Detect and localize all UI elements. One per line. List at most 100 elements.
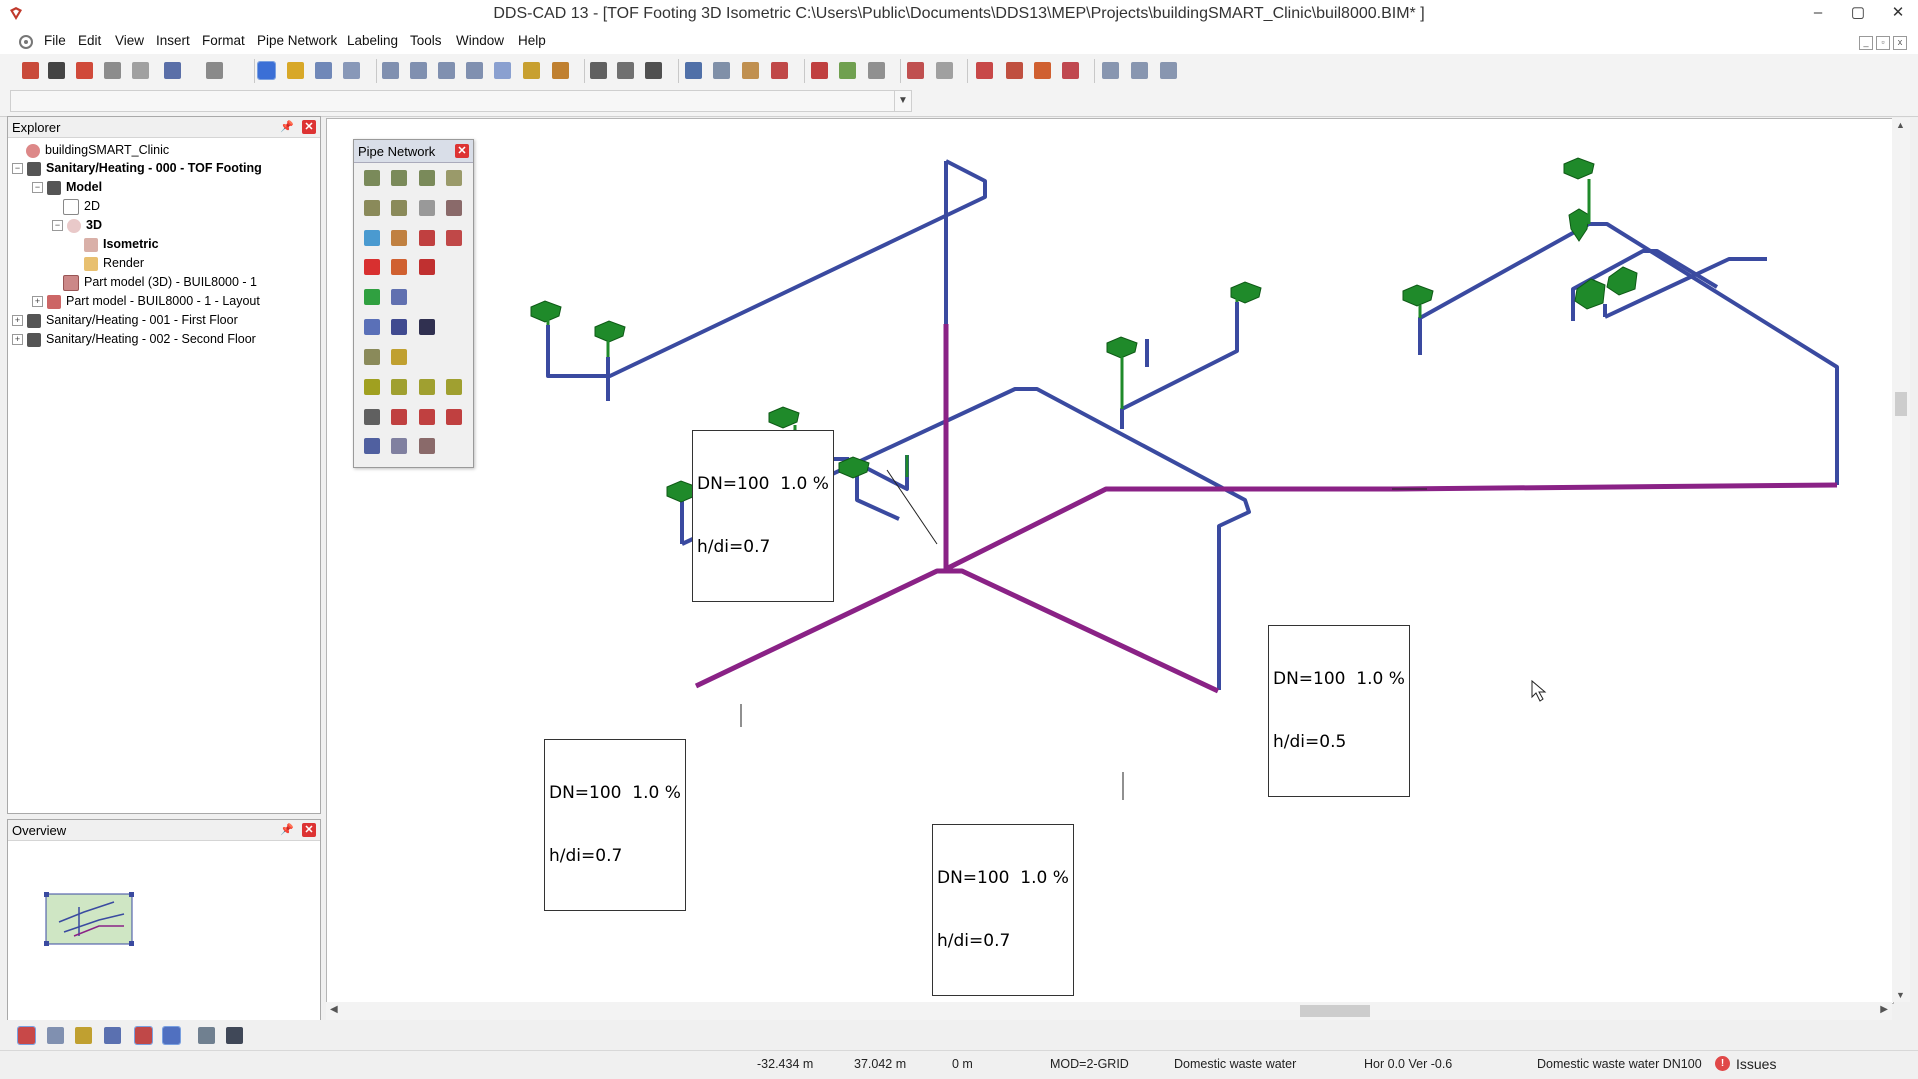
window-icon[interactable] xyxy=(1160,62,1177,79)
arrow-up-right-icon[interactable] xyxy=(364,289,380,305)
fixture-wc[interactable] xyxy=(1402,284,1434,307)
select-mode-icon[interactable] xyxy=(257,61,276,80)
paste-icon[interactable] xyxy=(936,62,953,79)
scroll-down-icon[interactable]: ▼ xyxy=(1896,990,1905,1000)
play-icon[interactable] xyxy=(391,319,407,335)
reducer-icon[interactable] xyxy=(364,379,380,395)
list-icon[interactable] xyxy=(1131,62,1148,79)
mdi-close-icon[interactable]: x xyxy=(1893,36,1907,50)
fixture-wc[interactable] xyxy=(1606,266,1638,296)
copy-icon[interactable] xyxy=(907,62,924,79)
measure-icon[interactable] xyxy=(685,62,702,79)
tank-icon[interactable] xyxy=(446,200,462,216)
flag-icon[interactable] xyxy=(364,259,380,275)
tree-item-first-floor[interactable]: + Sanitary/Heating - 001 - First Floor xyxy=(12,311,238,329)
tree-item-model[interactable]: − Model xyxy=(32,178,102,196)
layers-icon[interactable] xyxy=(315,62,332,79)
tree-item-render[interactable]: Render xyxy=(84,254,144,272)
close-palette-icon[interactable]: ✕ xyxy=(455,144,469,158)
dimension-z-icon[interactable] xyxy=(419,409,435,425)
print-preview-icon[interactable] xyxy=(104,62,121,79)
menu-window[interactable]: Window xyxy=(456,33,504,48)
horizontal-scroll-thumb[interactable] xyxy=(1300,1005,1370,1017)
menu-format[interactable]: Format xyxy=(202,33,245,48)
expand-icon[interactable]: + xyxy=(12,334,23,346)
hanger-icon[interactable] xyxy=(364,409,380,425)
save-icon[interactable] xyxy=(48,62,65,79)
issues-button[interactable]: Issues xyxy=(1736,1056,1776,1072)
camera-icon[interactable] xyxy=(742,62,759,79)
menu-tools[interactable]: Tools xyxy=(410,33,442,48)
collapse-icon[interactable]: − xyxy=(32,182,43,194)
collapse-icon[interactable]: − xyxy=(52,220,63,232)
tree-item-2d[interactable]: 2D xyxy=(63,197,100,215)
layout-view-icon[interactable] xyxy=(198,1027,215,1044)
house-icon[interactable] xyxy=(811,62,828,79)
status-pipe-type[interactable]: Domestic waste water DN100 xyxy=(1537,1057,1702,1071)
close-explorer-icon[interactable]: ✕ xyxy=(302,120,316,134)
wall-icon[interactable] xyxy=(617,62,634,79)
pipe-riser-icon[interactable] xyxy=(446,170,462,186)
boiler-icon[interactable] xyxy=(391,230,407,246)
tree-item-second-floor[interactable]: + Sanitary/Heating - 002 - Second Floor xyxy=(12,330,256,348)
vertical-scrollbar[interactable]: ▲ ▼ xyxy=(1892,118,1910,1002)
water-level-icon[interactable] xyxy=(364,438,380,454)
render-icon[interactable] xyxy=(343,62,360,79)
view-frame-icon[interactable] xyxy=(494,62,511,79)
maximize-button[interactable]: ▢ xyxy=(1838,0,1878,28)
cube-icon[interactable] xyxy=(104,1027,121,1044)
angle-icon[interactable] xyxy=(162,1026,181,1045)
tree-item-3d[interactable]: − 3D xyxy=(52,216,102,234)
eye-icon[interactable] xyxy=(523,62,540,79)
floor-icon[interactable] xyxy=(839,62,856,79)
minimize-button[interactable]: – xyxy=(1798,0,1838,28)
gate-valve-icon[interactable] xyxy=(391,379,407,395)
pipe-label[interactable]: DN=100 1.0 % h/di=0.5 xyxy=(1268,625,1410,797)
document-gear-icon[interactable] xyxy=(18,34,34,50)
fixture-wc[interactable] xyxy=(530,300,562,323)
valve-icon[interactable] xyxy=(446,230,462,246)
object-snap-icon[interactable] xyxy=(75,1027,92,1044)
list-report-icon[interactable] xyxy=(391,438,407,454)
fitting-icon[interactable] xyxy=(364,200,380,216)
table-icon[interactable] xyxy=(1102,62,1119,79)
horizontal-scrollbar[interactable]: ◀ ▶ xyxy=(326,1002,1892,1020)
fixture-wc[interactable] xyxy=(1563,157,1595,180)
block-icon[interactable] xyxy=(868,62,885,79)
tree-item-tof-footing[interactable]: − Sanitary/Heating - 000 - TOF Footing xyxy=(12,159,262,177)
pin-icon[interactable]: 📌 xyxy=(280,120,294,133)
scroll-left-icon[interactable]: ◀ xyxy=(330,1004,338,1015)
menu-view[interactable]: View xyxy=(115,33,144,48)
status-mode[interactable]: MOD=2-GRID xyxy=(1050,1057,1129,1071)
orbit-icon[interactable] xyxy=(287,62,304,79)
menu-pipe-network[interactable]: Pipe Network xyxy=(257,33,337,48)
tree-item-part-model-3d[interactable]: Part model (3D) - BUIL8000 - 1 xyxy=(63,273,257,291)
menu-help[interactable]: Help xyxy=(518,33,546,48)
issues-icon[interactable]: ! xyxy=(1715,1056,1730,1071)
zoom-window-icon[interactable] xyxy=(410,62,427,79)
dimension-icon[interactable] xyxy=(713,62,730,79)
export-icon[interactable] xyxy=(76,62,93,79)
overview-thumbnail[interactable] xyxy=(44,892,144,950)
mdi-restore-icon[interactable]: ▫ xyxy=(1876,36,1890,50)
menu-file[interactable]: File xyxy=(44,33,66,48)
pump-icon[interactable] xyxy=(419,230,435,246)
heater-icon[interactable] xyxy=(364,230,380,246)
cross-connector-icon[interactable] xyxy=(419,319,435,335)
hydrant-icon[interactable] xyxy=(391,259,407,275)
connect-icon[interactable] xyxy=(1006,62,1023,79)
grid-snap-icon[interactable] xyxy=(47,1027,64,1044)
expand-icon[interactable]: + xyxy=(32,296,43,308)
undo-icon[interactable] xyxy=(164,62,181,79)
scroll-right-icon[interactable]: ▶ xyxy=(1880,1004,1888,1015)
radiator-icon[interactable] xyxy=(446,409,462,425)
zoom-extents-icon[interactable] xyxy=(438,62,455,79)
status-system[interactable]: Domestic waste water xyxy=(1174,1057,1296,1071)
elbow-icon[interactable] xyxy=(391,200,407,216)
ortho-snap-icon[interactable] xyxy=(17,1026,36,1045)
tree-item-clinic[interactable]: buildingSMART_Clinic xyxy=(26,141,169,159)
pipe-label[interactable]: DN=100 1.0 % h/di=0.7 xyxy=(544,739,686,911)
collapse-icon[interactable]: − xyxy=(12,163,23,175)
chevron-down-icon[interactable]: ▼ xyxy=(894,91,911,111)
section-icon[interactable] xyxy=(771,62,788,79)
